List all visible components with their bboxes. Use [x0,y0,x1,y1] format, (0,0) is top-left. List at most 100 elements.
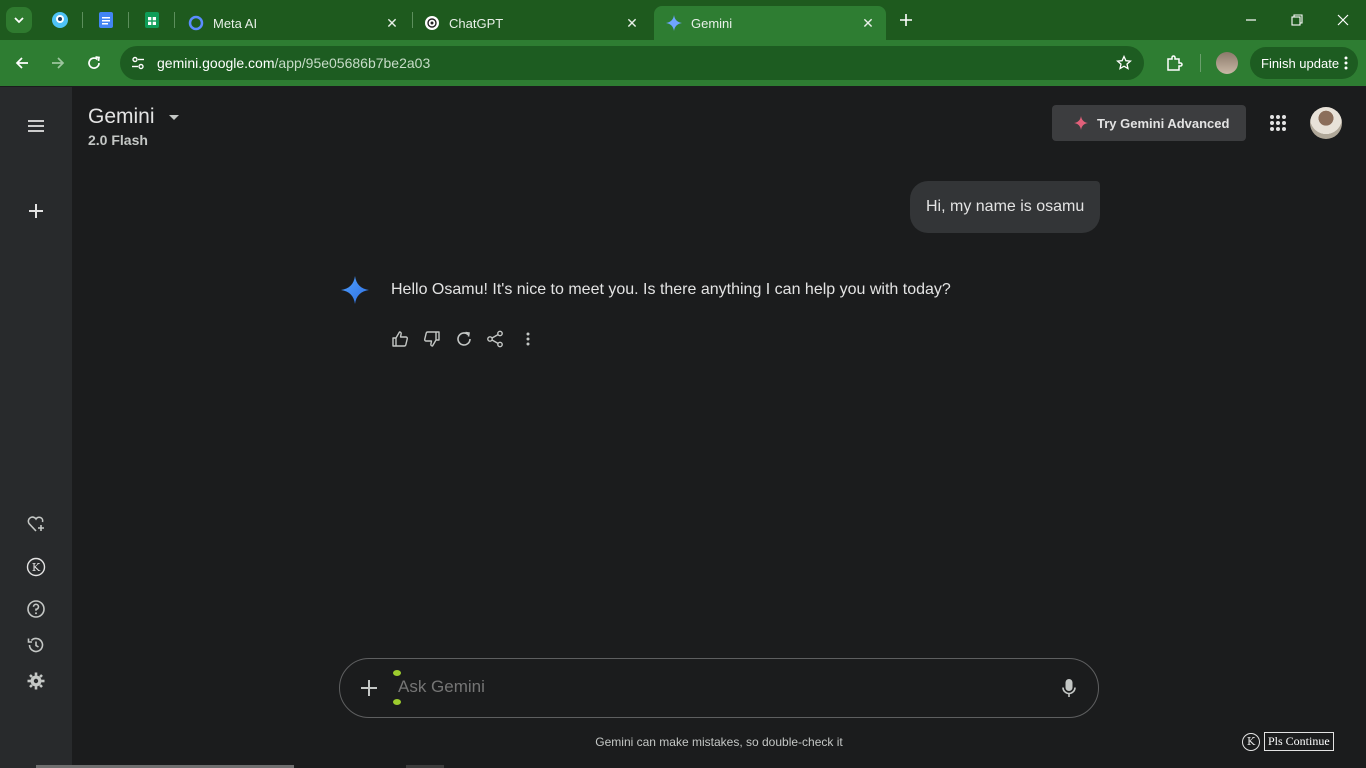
url-text[interactable]: gemini.google.com/app/95e05686b7be2a03 [157,55,430,71]
restore-icon [1291,14,1303,26]
tab-title: ChatGPT [449,15,504,31]
bad-response-button[interactable] [420,327,444,351]
browser-toolbar: gemini.google.com/app/95e05686b7be2a03 F… [0,40,1366,86]
help-button[interactable] [24,597,48,621]
tab-search-button[interactable] [6,7,32,33]
gem-manager-icon [27,516,44,532]
app-title: Gemini [88,105,155,128]
user-message-text: Hi, my name is osamu [926,198,1085,215]
tab-chatgpt[interactable]: ChatGPT ✕ [412,6,650,40]
extension-overlay: K Pls Continue [1242,732,1334,751]
microphone-icon [1062,679,1076,697]
microphone-button[interactable] [1056,675,1082,701]
url-host: gemini.google.com [157,55,275,71]
more-options-icon [526,332,530,346]
caret-down-icon [168,114,179,120]
pinned-tab-docs[interactable] [94,8,118,32]
site-info-button[interactable] [128,53,148,73]
chat-main: Gemini 2.0 Flash Try Gemini Advanced Hi,… [72,87,1366,768]
close-tab-icon[interactable]: ✕ [858,13,878,33]
gem-manager-button[interactable] [24,512,48,536]
arrow-left-icon [15,57,28,69]
tab-gemini[interactable]: Gemini ✕ [654,6,886,40]
share-button[interactable] [483,327,507,351]
restore-button[interactable] [1274,0,1320,40]
arrow-right-icon [52,57,65,69]
extensions-button[interactable] [1160,49,1188,77]
profile-avatar[interactable] [1216,52,1238,74]
close-tab-icon[interactable]: ✕ [382,13,402,33]
google-docs-icon [99,12,113,28]
model-switcher[interactable]: Gemini [88,105,179,129]
tab-strip: Meta AI ✕ ChatGPT ✕ Gemini ✕ [0,0,1366,40]
chevron-down-icon [14,17,24,24]
back-button[interactable] [8,49,36,77]
account-avatar[interactable] [1310,107,1342,139]
puzzle-icon [1167,55,1183,71]
new-tab-button[interactable] [894,8,918,32]
bookmark-button[interactable] [1114,53,1134,73]
model-name: 2.0 Flash [88,132,148,148]
google-apps-button[interactable] [1266,111,1290,135]
close-icon [1337,14,1349,26]
settings-button[interactable] [24,669,48,693]
try-advanced-label: Try Gemini Advanced [1097,115,1230,131]
toolbar-separator [1200,54,1201,72]
activity-icon [27,637,44,653]
reload-icon [88,56,100,69]
text-cursor-marker [393,699,401,705]
menu-icon [28,120,44,132]
good-response-button[interactable] [388,327,412,351]
new-chat-icon [29,204,43,218]
tab-separator [174,12,175,28]
settings-icon [27,672,45,690]
k-extension-badge-icon: K [1242,732,1260,751]
disclaimer-text: Gemini can make mistakes, so double-chec… [595,735,843,749]
meta-ai-ring-icon [188,15,204,31]
pls-continue-button[interactable]: Pls Continue [1264,732,1334,751]
reload-button[interactable] [80,49,108,77]
user-message: Hi, my name is osamu [910,181,1101,233]
finish-update-button[interactable]: Finish update [1250,47,1358,79]
close-tab-icon[interactable]: ✕ [622,13,642,33]
main-menu-button[interactable] [24,114,48,138]
prompt-input[interactable] [398,677,1038,697]
tab-separator [82,12,83,28]
sidebar: K [0,87,72,768]
regenerate-button[interactable] [452,327,476,351]
gemini-response-icon [341,276,369,304]
forward-button[interactable] [44,49,72,77]
tune-icon [132,56,144,70]
gemini-spark-icon [666,15,682,31]
url-path: /app/95e05686b7be2a03 [274,55,431,71]
try-gemini-advanced-button[interactable]: Try Gemini Advanced [1052,105,1246,141]
text-cursor-marker [393,670,401,676]
pinned-tab-sheets[interactable] [140,8,164,32]
google-sheets-icon [145,12,159,28]
more-options-button[interactable] [516,327,540,351]
chatgpt-icon [425,16,439,30]
activity-button[interactable] [24,633,48,657]
apps-grid-icon [1270,115,1286,131]
k-extension-button[interactable]: K [24,555,48,579]
minimize-icon [1246,19,1256,21]
more-vert-icon [1344,56,1348,70]
thumb-down-icon [424,331,440,347]
tab-separator [128,12,129,28]
prompt-composer [339,658,1099,718]
star-icon [1116,55,1132,70]
new-chat-button[interactable] [24,199,48,223]
help-icon [27,600,45,618]
tab-meta-ai[interactable]: Meta AI ✕ [176,6,410,40]
close-window-button[interactable] [1320,0,1366,40]
plus-icon [900,14,912,26]
regenerate-icon [457,331,471,346]
finish-update-label: Finish update [1261,55,1340,71]
pinned-tab-site[interactable] [48,8,72,32]
share-icon [487,330,503,348]
svg-text:K: K [32,561,41,574]
minimize-button[interactable] [1228,0,1274,40]
upload-button[interactable] [356,675,382,701]
plus-icon [361,680,377,696]
address-bar[interactable]: gemini.google.com/app/95e05686b7be2a03 [120,46,1144,80]
